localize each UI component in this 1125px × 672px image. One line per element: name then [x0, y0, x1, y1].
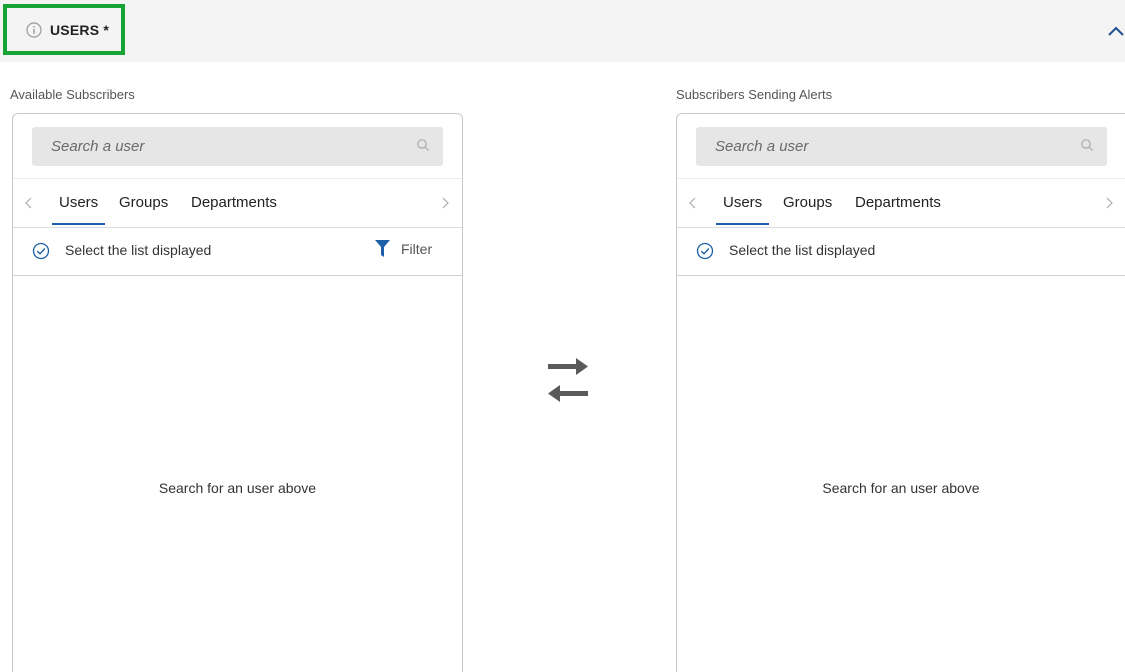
- tab-users[interactable]: Users: [715, 194, 770, 225]
- chevron-up-icon[interactable]: [1107, 24, 1125, 38]
- transfer-arrows-icon[interactable]: [548, 357, 588, 403]
- users-section-header: USERS *: [0, 0, 1125, 62]
- search-icon: [417, 139, 429, 151]
- filter-label: Filter: [401, 240, 433, 257]
- select-list-label[interactable]: Select the list displayed: [729, 242, 875, 258]
- available-search-input[interactable]: [32, 127, 443, 166]
- filter-icon: [375, 240, 390, 257]
- tab-groups[interactable]: Groups: [119, 194, 168, 211]
- sending-search-input[interactable]: [696, 127, 1107, 166]
- available-subscribers-label: Available Subscribers: [10, 87, 135, 102]
- chevron-left-icon[interactable]: [688, 196, 698, 210]
- sending-tabs: Users Groups Departments: [677, 178, 1125, 228]
- available-tabs: Users Groups Departments: [13, 178, 462, 228]
- chevron-right-icon[interactable]: [1104, 196, 1114, 210]
- sending-subscribers-panel: Users Groups Departments Select the list…: [676, 113, 1125, 672]
- available-empty-message: Search for an user above: [158, 480, 317, 496]
- sending-select-row: Select the list displayed: [677, 228, 1125, 276]
- tab-users[interactable]: Users: [51, 194, 106, 225]
- section-title-box[interactable]: USERS *: [3, 4, 125, 55]
- check-circle-icon[interactable]: [696, 242, 714, 260]
- available-select-row: Select the list displayed Filter: [13, 228, 462, 276]
- sending-subscribers-label: Subscribers Sending Alerts: [676, 87, 833, 102]
- chevron-right-icon[interactable]: [440, 196, 450, 210]
- chevron-left-icon[interactable]: [24, 196, 34, 210]
- search-icon: [1081, 139, 1093, 151]
- check-circle-icon[interactable]: [32, 242, 50, 260]
- select-list-label[interactable]: Select the list displayed: [65, 242, 211, 258]
- tab-departments[interactable]: Departments: [191, 194, 277, 211]
- available-subscribers-panel: Users Groups Departments Select the list…: [12, 113, 463, 672]
- tab-groups[interactable]: Groups: [783, 194, 832, 211]
- section-title: USERS *: [50, 21, 109, 38]
- info-circle-icon: [26, 21, 42, 38]
- tab-departments[interactable]: Departments: [855, 194, 941, 211]
- sending-empty-message: Search for an user above: [822, 480, 980, 496]
- filter-button[interactable]: Filter: [375, 240, 432, 257]
